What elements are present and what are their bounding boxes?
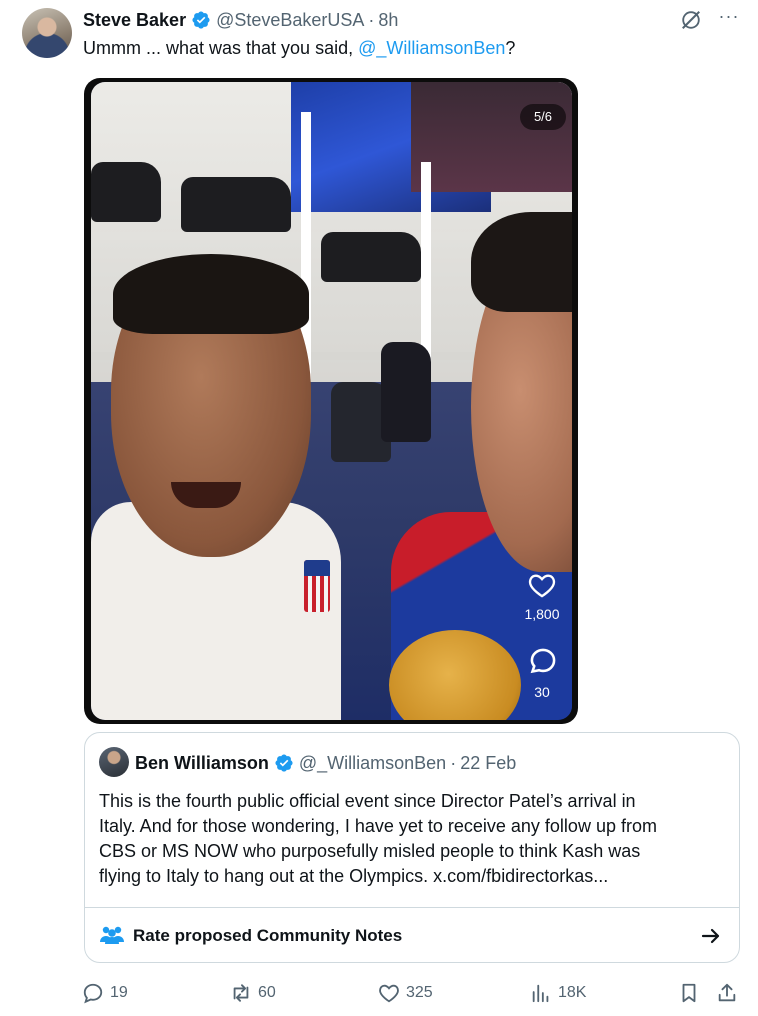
repost-icon	[233, 984, 249, 1002]
video-frame[interactable]: 5/6 1,800 30	[91, 82, 572, 720]
action-bar: 19 60 325 18K	[82, 980, 742, 1006]
author-name[interactable]: Steve Baker	[83, 10, 186, 31]
quoted-author-name[interactable]: Ben Williamson	[135, 753, 269, 774]
quoted-tweet-date[interactable]: 22 Feb	[460, 753, 516, 774]
locker-gear-dark	[411, 82, 572, 192]
bookmark-icon	[682, 983, 696, 1003]
like-icon	[379, 984, 399, 1003]
video-comment-count: 30	[534, 684, 550, 700]
reply-button[interactable]: 19	[82, 980, 128, 1006]
boots	[381, 342, 431, 442]
heart-icon[interactable]	[528, 572, 556, 598]
reply-icon	[83, 983, 103, 1004]
video-like-count: 1,800	[524, 606, 560, 622]
verified-badge-icon	[192, 11, 210, 29]
tweet-time[interactable]: 8h	[378, 10, 398, 31]
separator-dot: ·	[450, 752, 457, 773]
tweet-text-after: ?	[505, 38, 516, 58]
quoted-tweet[interactable]: Ben Williamson @_WilliamsonBen · 22 Feb …	[84, 732, 740, 963]
page-indicator: 5/6	[520, 104, 566, 130]
quoted-tweet-header: Ben Williamson @_WilliamsonBen · 22 Feb	[135, 751, 516, 775]
person-hair	[471, 212, 572, 312]
person-hair	[113, 254, 309, 334]
author-handle[interactable]: @SteveBakerUSA	[216, 10, 364, 31]
comment-icon[interactable]	[529, 647, 557, 675]
tweet-text: Ummm ... what was that you said, @_Willi…	[83, 36, 515, 60]
boots	[91, 162, 161, 222]
community-notes-label: Rate proposed Community Notes	[133, 926, 403, 945]
quoted-author-handle[interactable]: @_WilliamsonBen	[299, 753, 446, 774]
repost-button[interactable]: 60	[230, 980, 276, 1006]
grok-icon[interactable]	[680, 9, 702, 31]
boots	[321, 232, 421, 282]
more-icon[interactable]: ···	[716, 6, 742, 32]
community-notes-icon	[100, 926, 124, 944]
views-icon	[532, 984, 549, 1003]
like-button[interactable]: 325	[378, 980, 433, 1006]
like-count: 325	[406, 984, 433, 1001]
flag-patch-top	[304, 560, 330, 576]
view-count: 18K	[558, 984, 587, 1001]
separator-dot: ·	[368, 9, 375, 30]
reply-count: 19	[110, 984, 128, 1001]
author-avatar[interactable]	[22, 8, 72, 58]
arrow-right-icon	[701, 928, 720, 944]
tweet-header: Steve Baker @SteveBakerUSA · 8h	[83, 8, 398, 32]
repost-count: 60	[258, 984, 276, 1001]
views-button[interactable]: 18K	[530, 980, 586, 1006]
community-notes-button[interactable]: Rate proposed Community Notes	[85, 908, 739, 962]
quoted-tweet-text: This is the fourth public official event…	[99, 791, 657, 886]
media-frame[interactable]: 5/6 1,800 30	[84, 78, 578, 724]
tweet-text-before: Ummm ... what was that you said,	[83, 38, 359, 58]
boots	[181, 177, 291, 232]
bookmark-button[interactable]	[678, 980, 706, 1006]
share-icon	[718, 983, 736, 1002]
share-button[interactable]	[716, 980, 744, 1006]
quoted-author-avatar[interactable]	[99, 747, 129, 777]
mention-link[interactable]: @_WilliamsonBen	[358, 38, 505, 58]
verified-badge-icon	[275, 754, 293, 772]
